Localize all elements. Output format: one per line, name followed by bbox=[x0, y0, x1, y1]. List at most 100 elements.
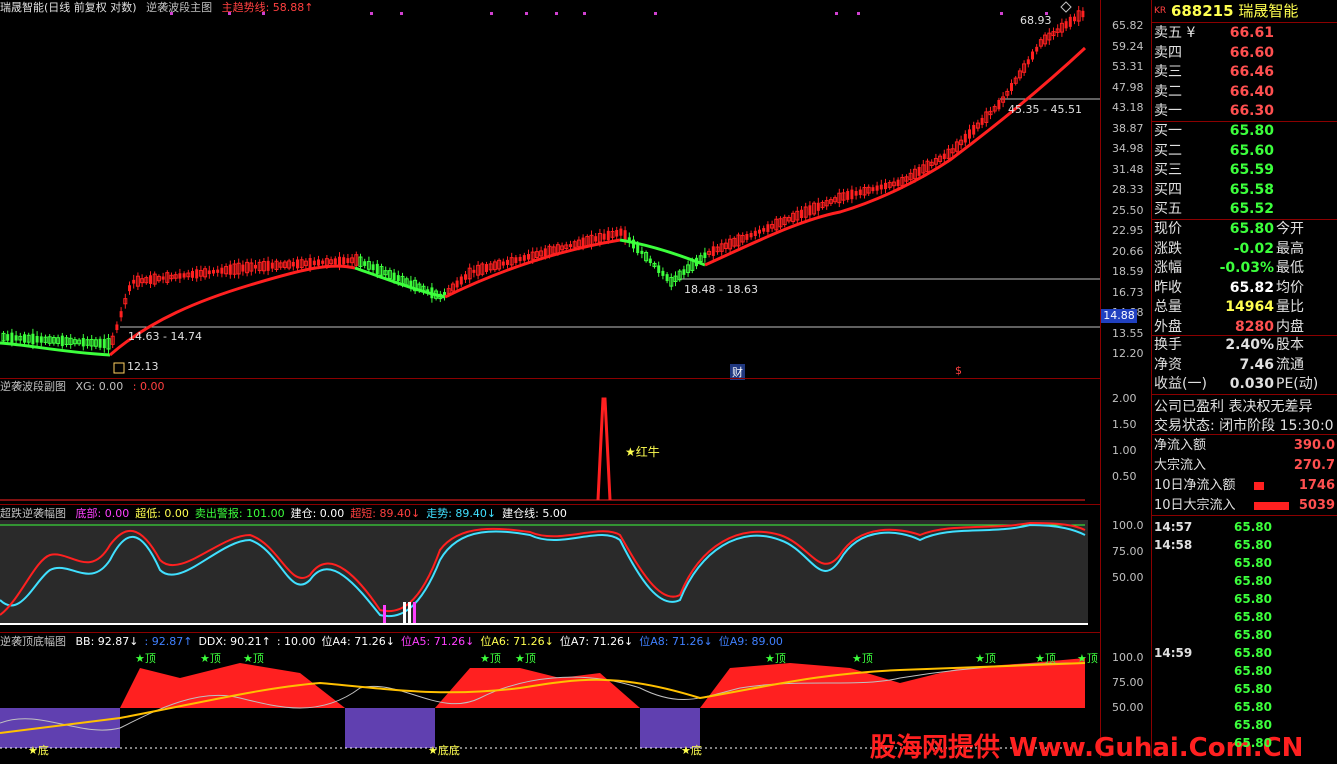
current-price-tag: 14.88 bbox=[1101, 309, 1137, 323]
quote-value: 0.030 bbox=[1229, 376, 1274, 392]
indicator-value: : 92.87↑ bbox=[144, 635, 193, 648]
tick-row[interactable]: 65.80 bbox=[1154, 572, 1337, 590]
quote-row: 换手 2.40% 股本 bbox=[1154, 336, 1337, 355]
fund-flow-label: 10日大宗流入 bbox=[1154, 498, 1236, 513]
tick-row[interactable]: 65.80 bbox=[1154, 716, 1337, 734]
quote-value: 14964 bbox=[1225, 299, 1274, 315]
axis-tick-label: 59.24 bbox=[1112, 39, 1144, 53]
top-signal: ★顶 bbox=[515, 652, 536, 665]
quote-divider bbox=[1151, 434, 1337, 435]
quote-label: 买二 bbox=[1154, 142, 1182, 159]
tick-price: 65.80 bbox=[1234, 718, 1272, 732]
quote-row: 买三 65.59 bbox=[1154, 161, 1337, 180]
axis-tick-label: 2.00 bbox=[1112, 392, 1137, 405]
indicator-value: : 10.00 bbox=[276, 635, 316, 648]
tick-price: 65.80 bbox=[1234, 736, 1272, 750]
fund-flow-bar bbox=[1254, 482, 1264, 490]
top-signal: ★顶 bbox=[480, 652, 501, 665]
tick-row[interactable]: 65.80 bbox=[1154, 554, 1337, 572]
quote-value: 65.52 bbox=[1229, 201, 1274, 217]
pane2-signal-chart[interactable] bbox=[0, 379, 1100, 504]
tick-row[interactable]: 14:57 65.80 bbox=[1154, 518, 1337, 536]
quote-label2: 最低 bbox=[1276, 260, 1304, 276]
stock-name: 瑞晟智能 bbox=[1238, 2, 1299, 20]
quote-row: 买五 65.52 bbox=[1154, 200, 1337, 219]
range-low-label: 14.63 - 14.74 bbox=[128, 330, 202, 343]
tick-row[interactable]: 65.80 bbox=[1154, 680, 1337, 698]
indicator-value: 走势: 89.40↓ bbox=[426, 507, 497, 520]
quote-row: 买二 65.60 bbox=[1154, 142, 1337, 161]
top-signal: ★顶 bbox=[975, 652, 996, 665]
quote-label: 买四 bbox=[1154, 181, 1182, 198]
quote-label: 总量 bbox=[1154, 299, 1182, 315]
low-price-label: 12.13 bbox=[127, 360, 159, 373]
quote-label2: 股本 bbox=[1276, 337, 1304, 353]
tick-row[interactable]: 65.80 bbox=[1154, 698, 1337, 716]
tick-price: 65.80 bbox=[1234, 700, 1272, 714]
dividend-event-marker[interactable]: $ bbox=[955, 364, 962, 377]
quote-row: 卖四 66.60 bbox=[1154, 44, 1337, 63]
axis-tick-label: 75.00 bbox=[1112, 545, 1144, 558]
fund-flow-label: 10日净流入额 bbox=[1154, 478, 1236, 493]
quote-row: 昨收 65.82 均价 bbox=[1154, 279, 1337, 298]
indicator-value: 超短: 89.40↓ bbox=[350, 507, 421, 520]
quote-value: 2.40% bbox=[1225, 337, 1274, 353]
axis-tick-label: 47.98 bbox=[1112, 80, 1144, 94]
indicator-value: DDX: 90.21↑ bbox=[198, 635, 271, 648]
axis-tick-label: 22.95 bbox=[1112, 224, 1144, 237]
quote-row: 外盘 8280 内盘 bbox=[1154, 318, 1337, 337]
chart-axis-divider bbox=[1100, 0, 1101, 758]
tick-row[interactable]: 65.80 bbox=[1154, 734, 1337, 752]
tick-price: 65.80 bbox=[1234, 664, 1272, 678]
stock-code: 688215 bbox=[1170, 2, 1234, 20]
quote-row: 收益(一) 0.030 PE(动) bbox=[1154, 375, 1337, 394]
tick-row[interactable]: 14:58 65.80 bbox=[1154, 536, 1337, 554]
tick-row[interactable]: 65.80 bbox=[1154, 608, 1337, 626]
quote-value: 66.46 bbox=[1229, 64, 1274, 80]
indicator-value: BB: 92.87↓ bbox=[75, 635, 139, 648]
pane-divider-3 bbox=[0, 632, 1100, 633]
quote-value: -0.02 bbox=[1233, 240, 1274, 257]
tick-row[interactable]: 14:59 65.80 bbox=[1154, 644, 1337, 662]
quote-row: 总量 14964 量比 bbox=[1154, 298, 1337, 317]
quote-row: 涨幅 -0.03% 最低 bbox=[1154, 259, 1337, 278]
kr-badge: KR bbox=[1154, 6, 1167, 16]
axis-tick-label: 50.00 bbox=[1112, 701, 1144, 714]
trade-status: 交易状态: 闭市阶段 15:30:0 bbox=[1154, 418, 1334, 434]
bottom-signal: ★底 bbox=[28, 744, 49, 757]
tick-row[interactable]: 65.80 bbox=[1154, 590, 1337, 608]
quote-divider bbox=[1151, 394, 1337, 395]
range-mid-label: 18.48 - 18.63 bbox=[684, 283, 758, 296]
pane3-oscillator-chart[interactable] bbox=[0, 520, 1100, 632]
quote-label: 涨幅 bbox=[1154, 260, 1182, 276]
axis-tick-label: 50.00 bbox=[1112, 571, 1144, 584]
quote-value: 66.60 bbox=[1229, 44, 1274, 61]
quote-value: 66.61 bbox=[1229, 25, 1274, 41]
tick-row[interactable]: 65.80 bbox=[1154, 626, 1337, 644]
tick-price: 65.80 bbox=[1234, 646, 1272, 660]
quote-label2: 内盘 bbox=[1276, 318, 1304, 335]
quote-row: 现价 65.80 今开 bbox=[1154, 220, 1337, 239]
fund-flow-value: 5039 bbox=[1298, 498, 1335, 513]
quote-label: 卖四 bbox=[1154, 44, 1182, 61]
quote-label: 收益(一) bbox=[1154, 376, 1207, 392]
indicator-value: 位A6: 71.26↓ bbox=[480, 635, 554, 648]
quote-row: 卖五 ¥ 66.61 bbox=[1154, 24, 1337, 43]
tick-price: 65.80 bbox=[1234, 574, 1272, 588]
pane4-title[interactable]: 逆袭顶底幅图 bbox=[0, 635, 66, 648]
fund-flow-value: 1746 bbox=[1298, 478, 1335, 493]
pane3-title[interactable]: 超跌逆袭幅图 bbox=[0, 507, 66, 520]
quote-row: 卖三 66.46 bbox=[1154, 63, 1337, 82]
tick-price: 65.80 bbox=[1234, 538, 1272, 552]
quote-value: 66.30 bbox=[1229, 103, 1274, 119]
main-candlestick-chart[interactable] bbox=[0, 0, 1100, 378]
tick-price: 65.80 bbox=[1234, 520, 1272, 534]
quote-value: 65.60 bbox=[1229, 142, 1274, 159]
tick-time: 14:58 bbox=[1154, 538, 1193, 552]
indicator-value: 建仓线: 5.00 bbox=[502, 507, 567, 520]
axis-tick-label: 12.20 bbox=[1112, 347, 1144, 360]
quote-label: 买五 bbox=[1154, 201, 1182, 217]
bottom-signal: ★底 bbox=[681, 744, 702, 757]
tick-row[interactable]: 65.80 bbox=[1154, 662, 1337, 680]
quote-label2: 流通 bbox=[1276, 356, 1304, 373]
